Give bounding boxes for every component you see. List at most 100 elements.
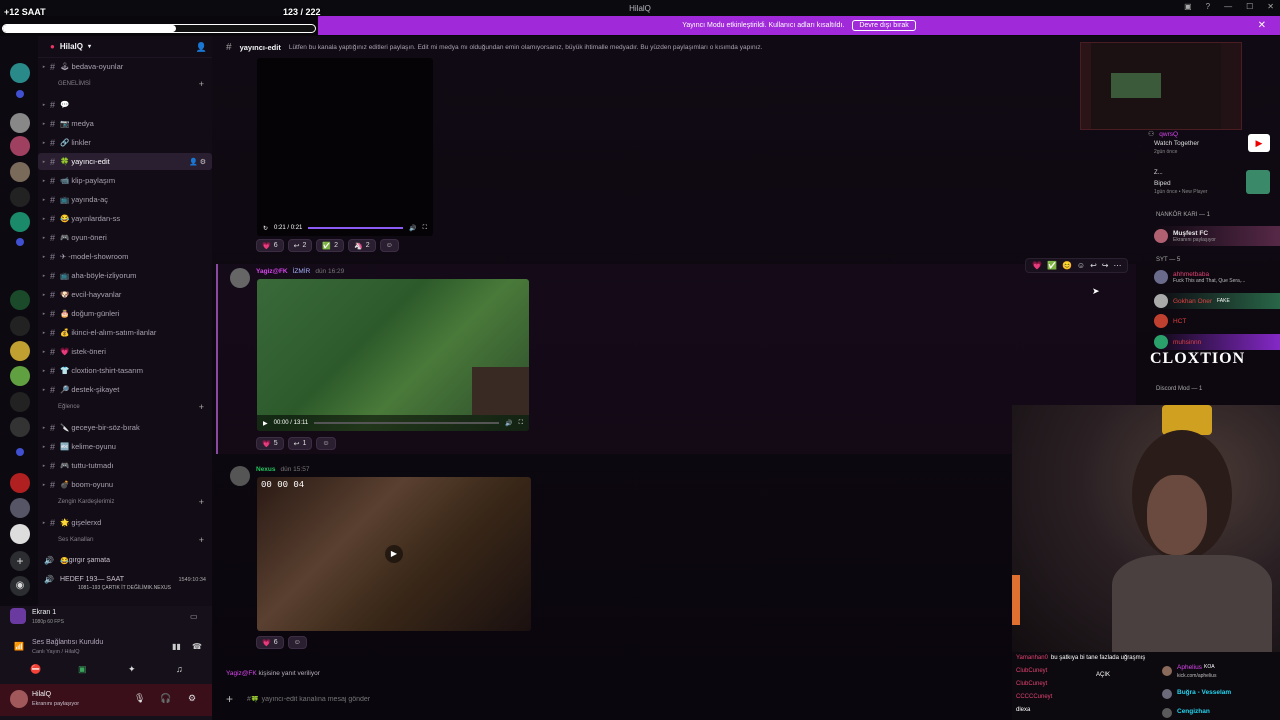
discover-icon[interactable]: ◉: [10, 576, 30, 596]
video-progress[interactable]: [314, 422, 500, 424]
add-channel-icon[interactable]: +: [199, 535, 204, 545]
channel-item[interactable]: ▸ # 💬: [38, 96, 212, 113]
add-channel-icon[interactable]: +: [199, 402, 204, 412]
server-icon[interactable]: [10, 136, 30, 156]
maximize-button[interactable]: ☐: [1246, 2, 1253, 11]
message-author[interactable]: Yagiz@FK: [256, 268, 288, 275]
headphones-icon[interactable]: 🎧: [160, 693, 171, 704]
attach-icon[interactable]: +: [226, 692, 233, 706]
disable-streamer-mode-button[interactable]: Devre dışı bırak: [852, 20, 916, 31]
server-icon[interactable]: [10, 392, 30, 412]
category-header[interactable]: Eğlence +: [38, 400, 212, 414]
channel-item[interactable]: ▸ # 👕 cloxtion-tshirt-tasarım: [38, 362, 212, 379]
voice-channel[interactable]: 🔊 😂 gırgır şamata: [38, 552, 212, 569]
folder-icon[interactable]: [16, 90, 24, 98]
category-header[interactable]: GENELİMSİ +: [38, 77, 212, 91]
channel-item[interactable]: ▸ # 😂 yayınlardan-ss: [38, 210, 212, 227]
mic-icon[interactable]: 🎙: [134, 693, 145, 704]
video-embed[interactable]: ▶ 00:00 / 13:11 🔊 ⛶: [257, 279, 529, 431]
channel-item[interactable]: ▸ # 📹 klip-paylaşım: [38, 172, 212, 189]
heart-react-icon[interactable]: 💗: [1032, 261, 1042, 270]
category-header[interactable]: Ses Kanalları +: [38, 533, 212, 547]
inbox-icon[interactable]: ▣: [1184, 2, 1192, 11]
screen-icon[interactable]: ▣: [78, 664, 87, 675]
channel-item[interactable]: ▸ # ✈ -model-showroom: [38, 248, 212, 265]
forward-icon[interactable]: ↪: [1102, 261, 1109, 270]
member-item[interactable]: Muşfest FC Ekranını paylaşıyor: [1154, 226, 1280, 246]
channel-item[interactable]: ▸ # 🎮 oyun-öneri: [38, 229, 212, 246]
volume-icon[interactable]: 🔊: [505, 420, 512, 427]
server-icon[interactable]: [10, 162, 30, 182]
server-icon[interactable]: [10, 417, 30, 437]
channel-item[interactable]: ▸ # 📺 yayında-aç: [38, 191, 212, 208]
server-icon[interactable]: [10, 524, 30, 544]
folder-icon[interactable]: [16, 238, 24, 246]
channel-item[interactable]: ▸ # 💰 ikinci-el-alım-satım-ilanlar: [38, 324, 212, 341]
avatar[interactable]: [10, 690, 28, 708]
add-server-icon[interactable]: +: [10, 551, 30, 571]
member-item[interactable]: ahhmetbaba Fuck This and That, Que Sera,…: [1154, 270, 1280, 284]
add-reaction-icon[interactable]: ☺: [316, 437, 336, 450]
channel-item[interactable]: ▸ # 💣 boom-oyunu: [38, 476, 212, 493]
member-item[interactable]: muhsinnn: [1154, 334, 1280, 350]
server-icon[interactable]: [10, 63, 30, 83]
server-icon[interactable]: [10, 212, 30, 232]
server-icon[interactable]: [10, 113, 30, 133]
server-icon[interactable]: [10, 290, 30, 310]
reaction[interactable]: ↩ 2: [287, 239, 313, 252]
avatar[interactable]: [230, 466, 250, 486]
reaction[interactable]: 💗 5: [256, 437, 284, 450]
channel-item[interactable]: ▸ # 🔪 geceye-bir-söz-bırak: [38, 419, 212, 436]
server-icon[interactable]: [10, 316, 30, 336]
server-icon[interactable]: [10, 341, 30, 361]
channel-item[interactable]: ▸ # 📺 aha-böyle-izliyorum: [38, 267, 212, 284]
avatar[interactable]: [230, 268, 250, 288]
add-member-icon[interactable]: 👤: [196, 42, 207, 53]
channel-item[interactable]: ▸ # 🎂 doğum-günleri: [38, 305, 212, 322]
fullscreen-icon[interactable]: ⛶: [423, 225, 427, 232]
channel-item[interactable]: ▸ # 🐶 evcil-hayvanlar: [38, 286, 212, 303]
video-progress[interactable]: [308, 227, 404, 229]
reaction[interactable]: 💗 6: [256, 239, 284, 252]
video-embed[interactable]: ↻ 0:21 / 0:21 🔊 ⛶: [257, 58, 433, 236]
stream-preview[interactable]: [1080, 42, 1242, 130]
reply-icon[interactable]: ↩: [1090, 261, 1097, 270]
add-reaction-icon[interactable]: ☺: [379, 239, 399, 252]
reaction[interactable]: 🦄 2: [348, 239, 376, 252]
category-header[interactable]: Zengin Kardeşlerimiz +: [38, 495, 212, 509]
close-button[interactable]: ✕: [1267, 2, 1274, 11]
channel-item[interactable]: ▸ # 🔎 destek-şikayet: [38, 381, 212, 398]
replay-icon[interactable]: ↻: [263, 225, 268, 232]
camera-off-icon[interactable]: ⛔: [30, 664, 41, 675]
channel-item[interactable]: ▸ # 🔗 linkler: [38, 134, 212, 151]
soundboard-icon[interactable]: ♫: [176, 664, 183, 674]
reaction[interactable]: ↩ 1: [287, 437, 313, 450]
check-react-icon[interactable]: ✅: [1047, 261, 1057, 270]
member-item[interactable]: Gokhan Oner FAKE: [1154, 293, 1280, 309]
channel-item[interactable]: ▸ # 🍀 yayıncı-edit 👤 ⚙: [38, 153, 212, 170]
fullscreen-icon[interactable]: ⛶: [519, 420, 523, 427]
youtube-icon[interactable]: ▶: [1248, 134, 1270, 152]
smile-react-icon[interactable]: 😊: [1062, 261, 1072, 270]
add-channel-icon[interactable]: +: [199, 497, 204, 507]
activities-icon[interactable]: ✦: [128, 664, 136, 675]
folder-icon[interactable]: [16, 448, 24, 456]
channel-item[interactable]: ▸ # 🌟 gişelerxd: [38, 514, 212, 531]
add-reaction-icon[interactable]: ☺: [287, 636, 307, 649]
stop-share-icon[interactable]: ▭: [190, 612, 198, 621]
server-icon[interactable]: [10, 473, 30, 493]
volume-icon[interactable]: 🔊: [409, 225, 416, 232]
add-channel-icon[interactable]: +: [199, 79, 204, 89]
message-author[interactable]: Nexus: [256, 466, 276, 473]
channel-item[interactable]: ▸ # 🕹 bedava-oyunlar: [38, 58, 212, 75]
close-icon[interactable]: ✕: [1258, 20, 1266, 31]
server-icon[interactable]: [10, 366, 30, 386]
server-icon[interactable]: [10, 498, 30, 518]
play-icon[interactable]: ▶: [263, 420, 268, 427]
help-icon[interactable]: ?: [1206, 2, 1210, 11]
add-reaction-icon[interactable]: ☺: [1077, 261, 1085, 270]
channel-item[interactable]: ▸ # 🎮 tuttu-tutmadı: [38, 457, 212, 474]
server-header[interactable]: ● HilalQ ▾ 👤: [38, 36, 212, 58]
message-input[interactable]: [247, 695, 748, 703]
video-embed[interactable]: 00 00 04 ▶: [257, 477, 531, 631]
